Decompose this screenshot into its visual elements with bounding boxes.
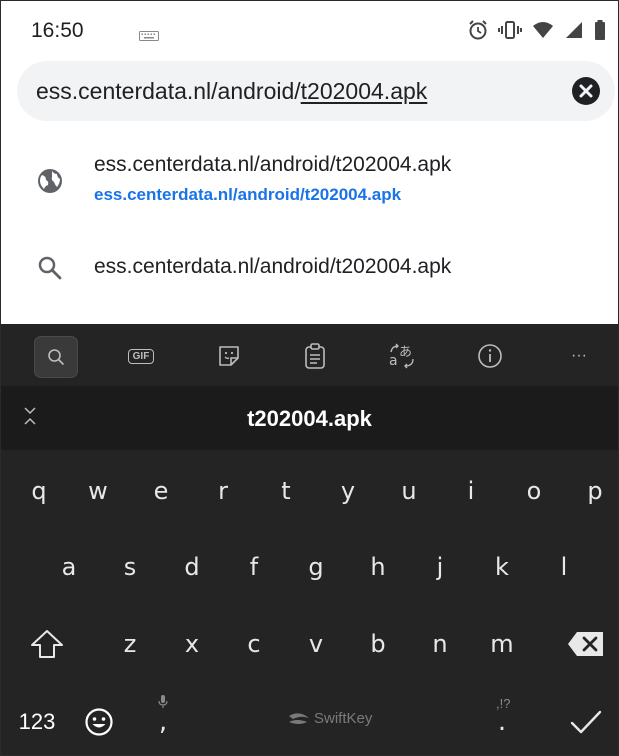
shift-key[interactable] bbox=[19, 619, 75, 669]
emoji-icon bbox=[85, 708, 113, 736]
translate-icon: a あ bbox=[389, 343, 414, 369]
shift-icon bbox=[31, 630, 63, 658]
key-n[interactable]: n bbox=[412, 619, 468, 669]
key-u[interactable]: u bbox=[381, 466, 437, 516]
gif-icon: GIF bbox=[127, 348, 155, 364]
key-s[interactable]: s bbox=[102, 542, 158, 592]
key-o[interactable]: o bbox=[506, 466, 562, 516]
url-text-prefix: ess.centerdata.nl/android/ bbox=[36, 78, 301, 104]
search-icon bbox=[37, 255, 63, 286]
clear-url-button[interactable] bbox=[572, 77, 600, 105]
swiftkey-logo-icon bbox=[289, 712, 309, 724]
svg-text:あ: あ bbox=[399, 345, 412, 360]
key-a[interactable]: a bbox=[41, 542, 97, 592]
period-label: . bbox=[497, 707, 507, 737]
globe-icon bbox=[37, 168, 63, 199]
key-p[interactable]: p bbox=[567, 466, 618, 516]
space-bar[interactable]: SwiftKey bbox=[287, 710, 372, 727]
toolbar-clipboard-button[interactable] bbox=[294, 336, 336, 376]
swiftkey-brand: SwiftKey bbox=[314, 710, 373, 727]
url-input[interactable]: ess.centerdata.nl/android/t202004.apk bbox=[36, 78, 427, 105]
search-icon bbox=[48, 349, 64, 365]
prediction-bar: t202004.apk bbox=[1, 386, 618, 450]
suggestion-title: ess.centerdata.nl/android/t202004.apk bbox=[94, 153, 452, 176]
clipboard-icon bbox=[305, 343, 325, 369]
key-q[interactable]: q bbox=[11, 466, 67, 516]
battery-icon bbox=[594, 20, 606, 45]
key-d[interactable]: d bbox=[164, 542, 220, 592]
key-t[interactable]: t bbox=[258, 466, 314, 516]
more-icon: ··· bbox=[571, 347, 587, 364]
key-b[interactable]: b bbox=[350, 619, 406, 669]
enter-key[interactable] bbox=[558, 697, 614, 747]
status-time: 16:50 bbox=[31, 19, 84, 42]
key-x[interactable]: x bbox=[164, 619, 220, 669]
prediction-word[interactable]: t202004.apk bbox=[1, 406, 618, 432]
suggestion-title: ess.centerdata.nl/android/t202004.apk bbox=[94, 255, 452, 278]
key-k[interactable]: k bbox=[474, 542, 530, 592]
toolbar-translate-button[interactable]: a あ bbox=[381, 336, 423, 376]
svg-text:a: a bbox=[389, 353, 398, 369]
period-key[interactable]: . bbox=[474, 697, 530, 747]
status-icons bbox=[468, 19, 606, 46]
suggestion-url[interactable]: ess.centerdata.nl/android/t202004.apk es… bbox=[1, 141, 618, 231]
key-c[interactable]: c bbox=[226, 619, 282, 669]
url-bar[interactable]: ess.centerdata.nl/android/t202004.apk bbox=[17, 61, 615, 121]
key-r[interactable]: r bbox=[195, 466, 251, 516]
backspace-icon bbox=[568, 632, 603, 656]
keyboard-icon bbox=[139, 28, 159, 46]
suggestion-subtitle: ess.centerdata.nl/android/t202004.apk bbox=[94, 185, 402, 204]
backspace-key[interactable] bbox=[558, 619, 614, 669]
phone-screen: 16:50 ess.centerdata.nl/android/t202004.… bbox=[0, 0, 619, 756]
vibrate-icon bbox=[498, 20, 522, 45]
toolbar-more-button[interactable]: ··· bbox=[558, 336, 600, 376]
key-m[interactable]: m bbox=[474, 619, 530, 669]
key-y[interactable]: y bbox=[320, 466, 376, 516]
info-icon bbox=[478, 344, 502, 368]
signal-icon bbox=[564, 21, 584, 44]
wifi-icon bbox=[532, 21, 554, 44]
emoji-key[interactable] bbox=[71, 697, 127, 747]
swiftkey-keyboard: GIF a あ ··· t202004.apk q w e r t y u i … bbox=[1, 324, 618, 755]
toolbar-info-button[interactable] bbox=[469, 336, 511, 376]
key-h[interactable]: h bbox=[350, 542, 406, 592]
status-bar: 16:50 bbox=[1, 1, 618, 59]
key-e[interactable]: e bbox=[133, 466, 189, 516]
key-v[interactable]: v bbox=[288, 619, 344, 669]
url-text-selected: t202004.apk bbox=[300, 78, 428, 104]
microphone-icon bbox=[158, 694, 168, 713]
key-z[interactable]: z bbox=[102, 619, 158, 669]
key-l[interactable]: l bbox=[536, 542, 592, 592]
key-j[interactable]: j bbox=[412, 542, 468, 592]
keyboard-toolbar: GIF a あ ··· bbox=[1, 324, 618, 386]
checkmark-icon bbox=[570, 710, 602, 734]
close-icon bbox=[579, 84, 593, 98]
sticker-icon bbox=[219, 346, 239, 366]
toolbar-search-button[interactable] bbox=[34, 336, 78, 378]
suggestion-search[interactable]: ess.centerdata.nl/android/t202004.apk bbox=[1, 231, 618, 311]
alarm-icon bbox=[468, 19, 488, 46]
key-g[interactable]: g bbox=[288, 542, 344, 592]
numbers-key[interactable]: 123 bbox=[9, 697, 65, 747]
toolbar-sticker-button[interactable] bbox=[208, 336, 250, 376]
key-f[interactable]: f bbox=[226, 542, 282, 592]
key-i[interactable]: i bbox=[443, 466, 499, 516]
toolbar-gif-button[interactable]: GIF bbox=[120, 336, 162, 376]
key-w[interactable]: w bbox=[70, 466, 126, 516]
